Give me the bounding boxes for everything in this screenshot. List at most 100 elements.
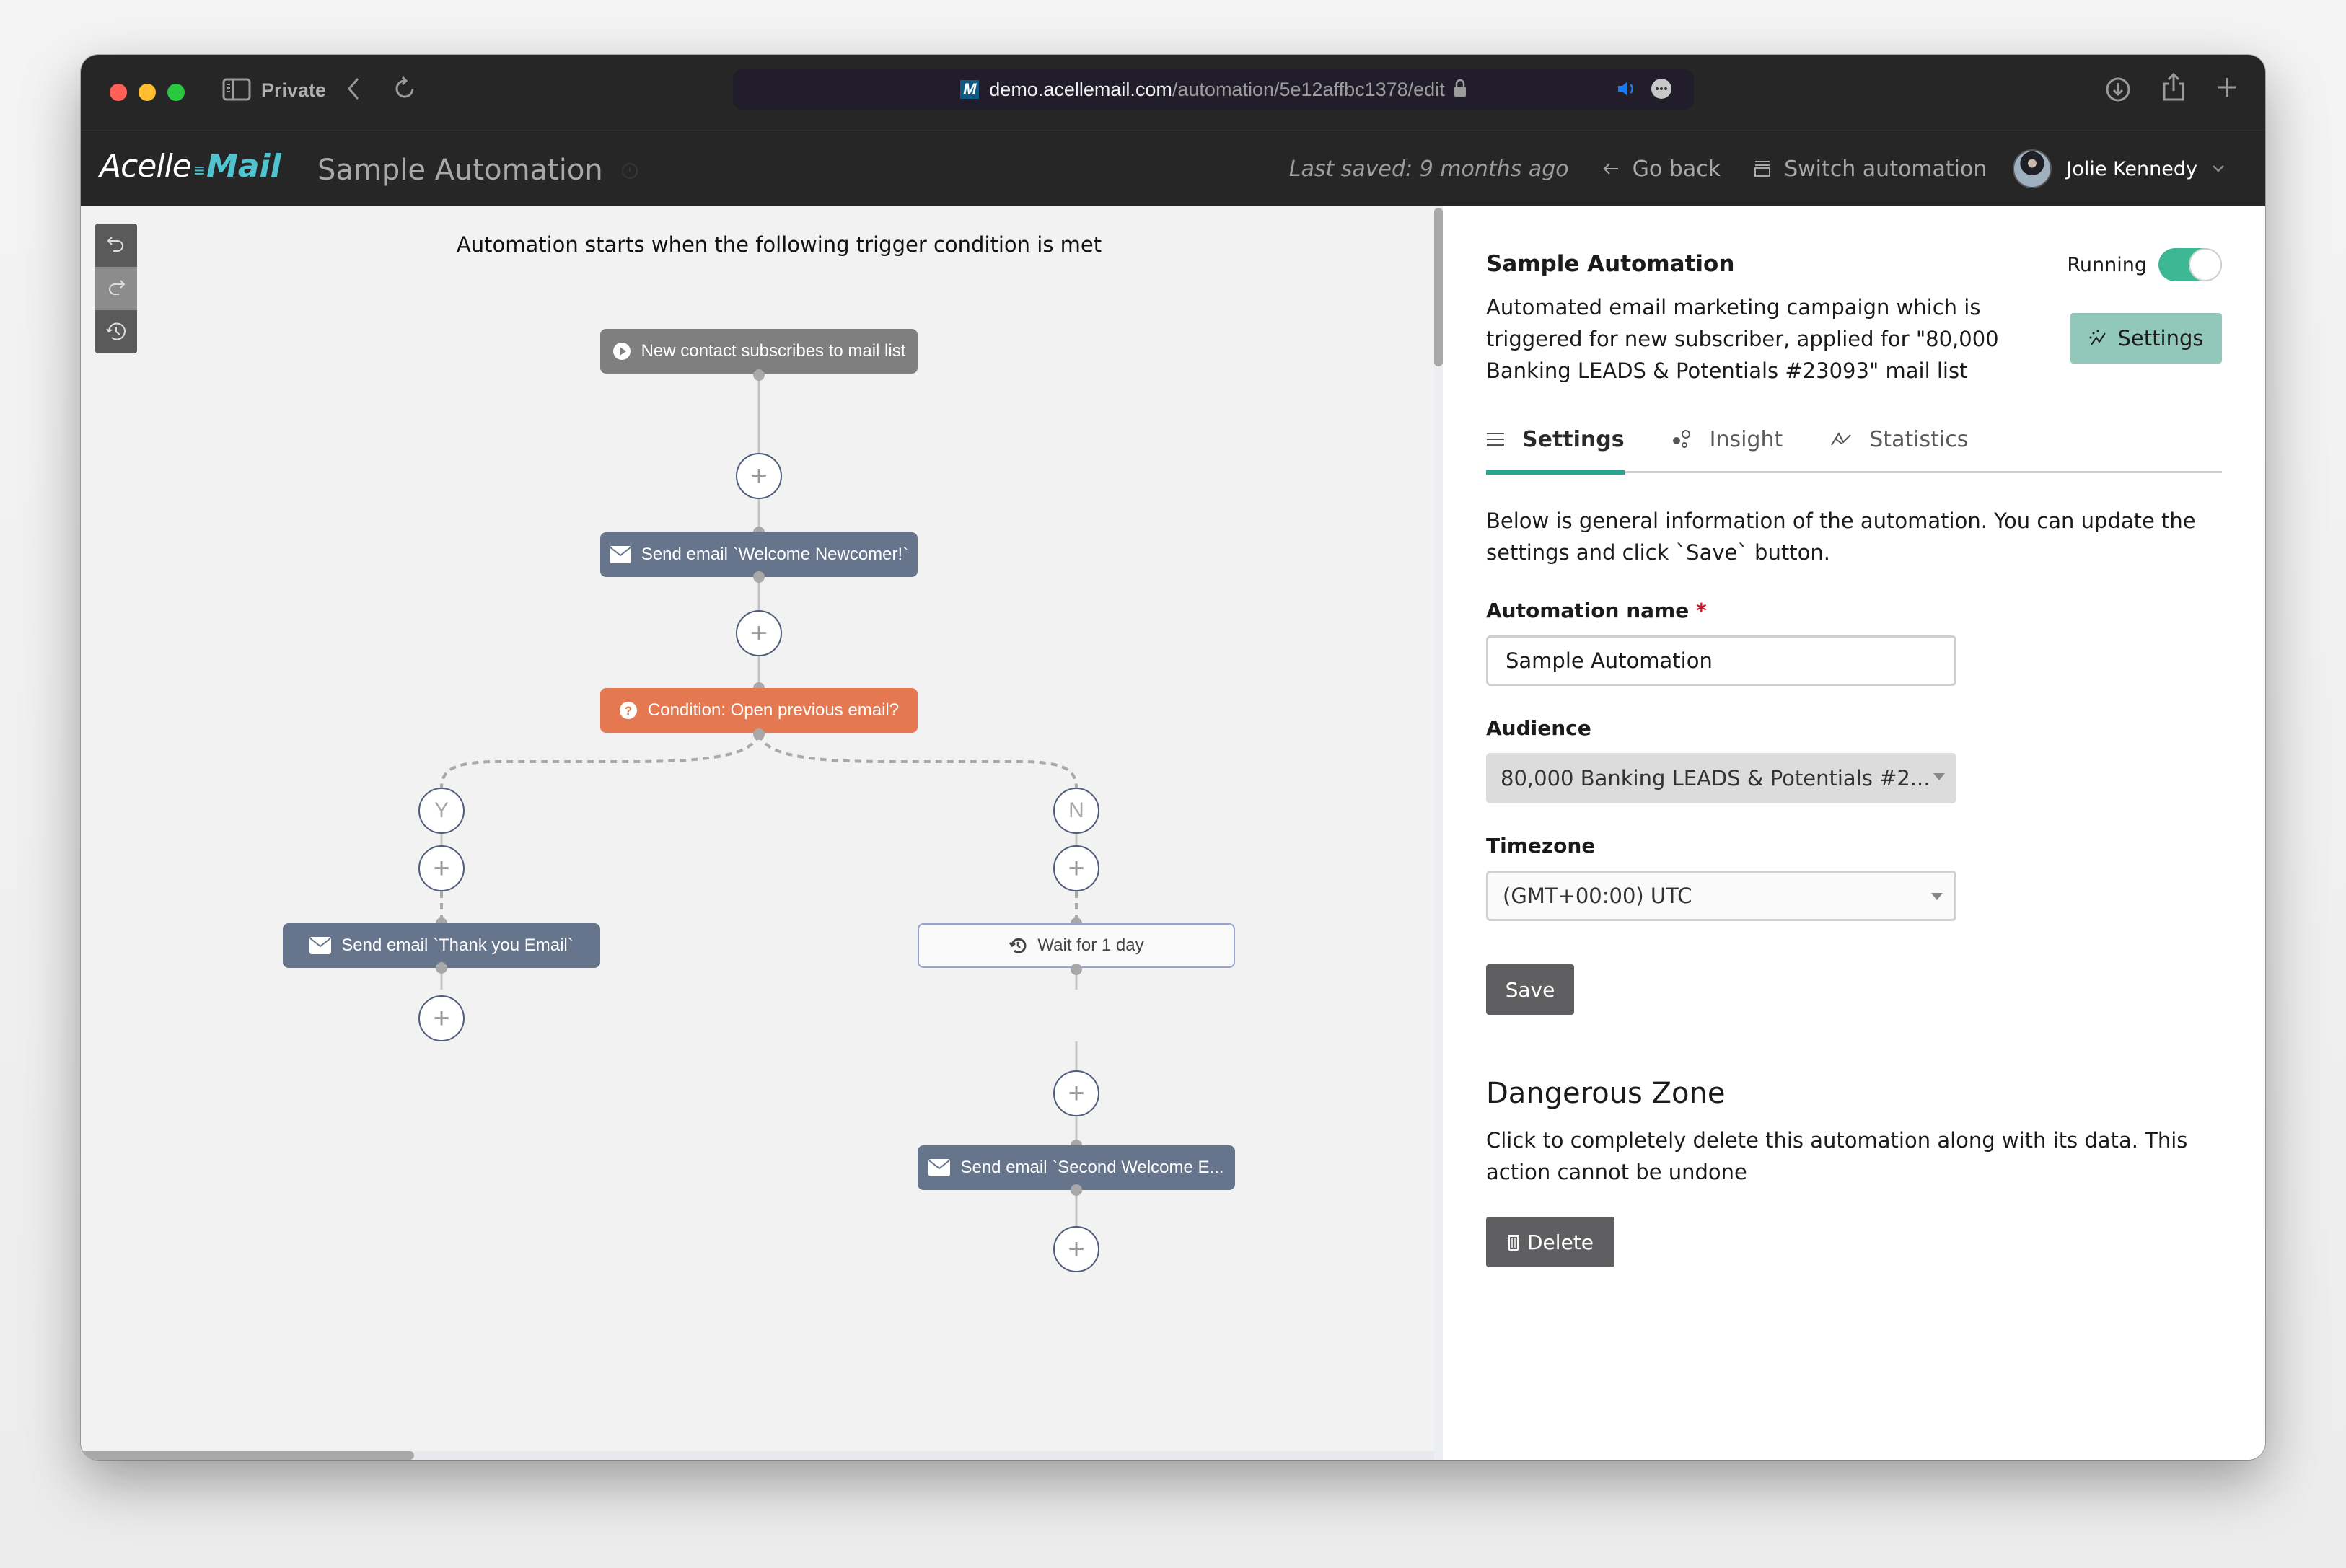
condition-node-label: Condition: Open previous email? xyxy=(647,700,900,720)
go-back-label: Go back xyxy=(1632,156,1721,182)
chevron-down-icon xyxy=(2213,165,2224,172)
go-back-link[interactable]: Go back xyxy=(1602,157,1721,182)
tab-label: Settings xyxy=(1522,426,1625,452)
audience-select[interactable]: 80,000 Banking LEADS & Potentials #2... xyxy=(1486,753,1956,803)
avatar xyxy=(2013,149,2052,188)
tab-settings[interactable]: Settings xyxy=(1486,408,1625,475)
browser-window: Private M demo.acellemail.com /automatio… xyxy=(81,55,2265,1460)
dropdown-caret-icon xyxy=(1933,773,1945,780)
branch-no-badge: N xyxy=(1053,788,1099,834)
delete-button-label: Delete xyxy=(1527,1230,1594,1254)
private-browsing-label: Private xyxy=(261,79,327,101)
send-email-node-thankyou[interactable]: Send email `Thank you Email` xyxy=(283,923,600,968)
condition-node[interactable]: ? Condition: Open previous email? xyxy=(600,688,918,733)
tab-label: Insight xyxy=(1709,426,1783,452)
connector-dot xyxy=(1071,964,1082,975)
dropdown-caret-icon xyxy=(1931,893,1943,900)
question-circle-icon: ? xyxy=(619,702,637,719)
switch-automation-link[interactable]: Switch automation xyxy=(1754,157,1987,182)
svg-text:?: ? xyxy=(625,704,632,718)
tab-statistics[interactable]: Statistics xyxy=(1830,408,1968,470)
field-label-text: Automation name xyxy=(1486,599,1690,622)
trigger-node[interactable]: New contact subscribes to mail list xyxy=(600,329,918,374)
app-header: Acelle ≡ Mail Sample Automation Last sav… xyxy=(81,130,2265,206)
branch-connector-yes xyxy=(440,734,760,788)
toggle-knob xyxy=(2189,248,2222,281)
connector-dot xyxy=(753,571,765,583)
settings-button-label: Settings xyxy=(2117,326,2204,351)
address-bar[interactable]: M demo.acellemail.com /automation/5e12af… xyxy=(733,69,1694,110)
settings-panel: Sample Automation Automated email market… xyxy=(1443,206,2265,1460)
automation-canvas[interactable]: Automation starts when the following tri… xyxy=(81,206,1434,1460)
automation-name-input[interactable]: Sample Automation xyxy=(1486,635,1956,686)
running-toggle[interactable] xyxy=(2158,248,2222,281)
add-step-button[interactable]: + xyxy=(1053,1226,1099,1272)
envelope-icon xyxy=(928,1159,951,1176)
sidebar-toggle-icon[interactable] xyxy=(222,78,251,101)
delete-button[interactable]: Delete xyxy=(1486,1217,1614,1267)
history-clock-icon xyxy=(1009,938,1027,953)
required-asterisk: * xyxy=(1695,599,1707,622)
audio-playing-icon[interactable] xyxy=(1616,78,1638,103)
back-icon[interactable] xyxy=(346,76,361,101)
maximize-window-button[interactable] xyxy=(167,84,185,101)
status-label: Running xyxy=(2067,253,2147,276)
settings-button[interactable]: Settings xyxy=(2070,313,2222,364)
logo-speed-lines-icon: ≡ xyxy=(193,159,205,181)
minimize-window-button[interactable] xyxy=(139,84,156,101)
add-step-button-no[interactable]: + xyxy=(1053,845,1099,891)
vertical-scrollbar[interactable] xyxy=(1434,206,1443,1460)
downloads-icon[interactable] xyxy=(2105,76,2131,102)
timezone-label: Timezone xyxy=(1486,834,1596,858)
audience-value: 80,000 Banking LEADS & Potentials #2... xyxy=(1501,766,1930,790)
url-host: demo.acellemail.com xyxy=(989,78,1172,100)
connector-dot xyxy=(1071,1184,1082,1196)
tab-insight[interactable]: Insight xyxy=(1672,408,1783,470)
acellemail-logo[interactable]: Acelle ≡ Mail xyxy=(100,148,281,185)
connector-dot xyxy=(753,369,765,381)
arrow-left-icon xyxy=(1603,163,1618,175)
automation-name-value: Sample Automation xyxy=(1506,648,1713,673)
wait-node[interactable]: Wait for 1 day xyxy=(918,923,1235,968)
logo-text-mail: Mail xyxy=(206,148,281,185)
insight-bubbles-icon xyxy=(1672,430,1690,448)
new-tab-icon[interactable] xyxy=(2216,76,2238,98)
send-email-node-second[interactable]: Send email `Second Welcome E... xyxy=(918,1145,1235,1190)
send-email-label: Send email `Welcome Newcomer!` xyxy=(641,545,909,564)
connector-dot xyxy=(753,728,765,740)
add-step-button[interactable]: + xyxy=(736,453,782,499)
close-window-button[interactable] xyxy=(110,84,127,101)
branch-connector-no xyxy=(757,734,1078,788)
url-path: /automation/5e12affbc1378/edit xyxy=(1172,78,1445,100)
timezone-select[interactable]: (GMT+00:00) UTC xyxy=(1486,871,1956,921)
audience-label: Audience xyxy=(1486,716,1591,740)
automation-name-label: Automation name * xyxy=(1486,599,2222,622)
menu-lines-icon xyxy=(1487,433,1504,446)
share-icon[interactable] xyxy=(2161,72,2186,102)
add-step-button[interactable]: + xyxy=(1053,1070,1099,1116)
add-step-button[interactable]: + xyxy=(418,995,465,1041)
save-button[interactable]: Save xyxy=(1486,964,1574,1015)
dangerous-zone-text: Click to completely delete this automati… xyxy=(1486,1128,2188,1184)
user-menu[interactable]: Jolie Kennedy xyxy=(2013,149,2225,188)
browser-toolbar: Private M demo.acellemail.com /automatio… xyxy=(81,55,2265,130)
alarm-clock-icon xyxy=(620,159,639,185)
logo-text: Acelle xyxy=(100,148,192,185)
add-step-button[interactable]: + xyxy=(736,610,782,656)
horizontal-scrollbar-thumb[interactable] xyxy=(81,1451,414,1460)
automation-title: Sample Automation xyxy=(317,154,603,187)
connector-dot xyxy=(436,962,447,974)
vertical-scrollbar-thumb[interactable] xyxy=(1434,208,1443,366)
page-menu-icon[interactable] xyxy=(1651,78,1672,103)
settings-intro-text: Below is general information of the auto… xyxy=(1486,508,2196,565)
play-circle-icon xyxy=(612,343,631,360)
user-name: Jolie Kennedy xyxy=(2066,157,2197,180)
add-step-button-yes[interactable]: + xyxy=(418,845,465,891)
reload-icon[interactable] xyxy=(394,76,416,101)
dangerous-zone-heading: Dangerous Zone xyxy=(1486,1077,1726,1110)
sparkle-chart-icon xyxy=(2089,330,2106,345)
branch-yes-badge: Y xyxy=(418,788,465,834)
envelope-icon xyxy=(309,937,332,954)
send-email-node-welcome[interactable]: Send email `Welcome Newcomer!` xyxy=(600,532,918,577)
timezone-value: (GMT+00:00) UTC xyxy=(1503,884,1692,908)
